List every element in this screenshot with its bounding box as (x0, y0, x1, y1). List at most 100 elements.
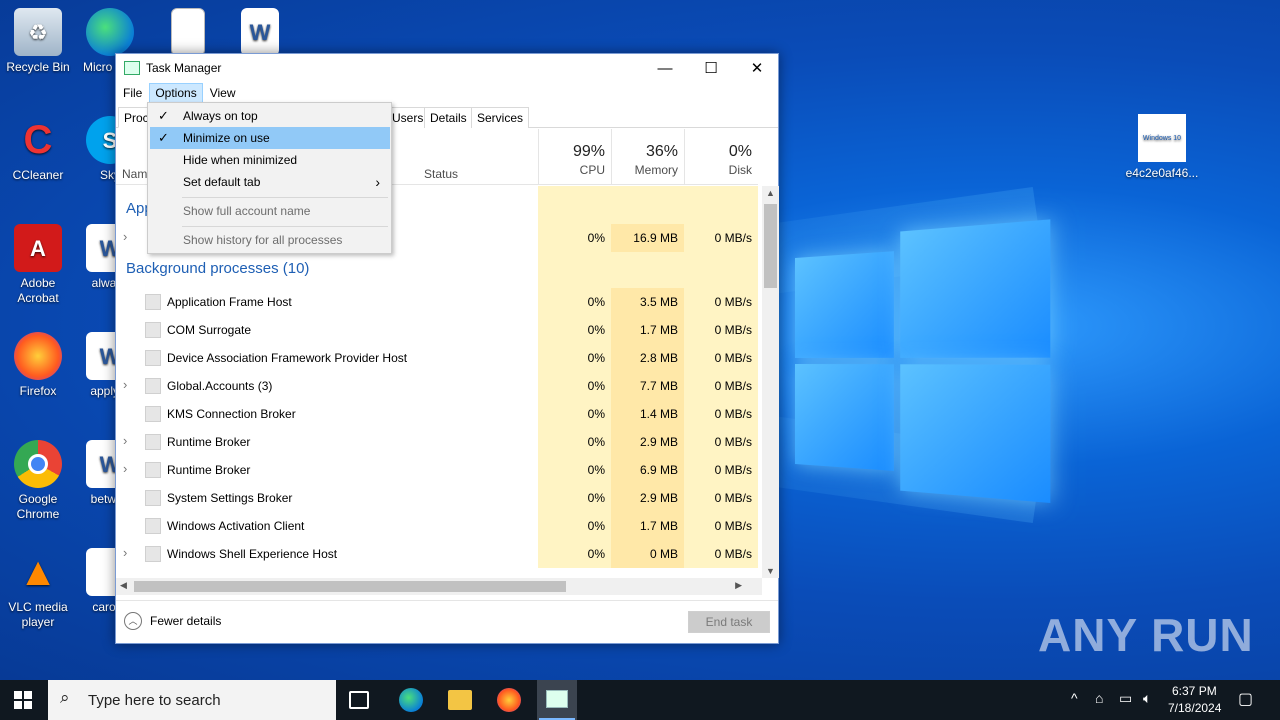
scroll-left-icon[interactable]: ◀ (120, 580, 127, 591)
desktop-icon-vlc[interactable]: ▲ VLC media player (0, 548, 76, 630)
image-file-icon (171, 8, 205, 56)
menu-options[interactable]: Options (149, 83, 203, 103)
column-memory[interactable]: 36% Memory (611, 129, 684, 185)
vertical-scrollbar[interactable]: ▲ ▼ (762, 186, 779, 578)
scroll-down-icon[interactable]: ▼ (766, 566, 775, 576)
scroll-right-icon[interactable]: ▶ (735, 580, 742, 591)
show-hidden-icons-chevron-icon[interactable]: ^ (1071, 690, 1078, 706)
process-row[interactable]: › Global.Accounts (3) 0% 7.7 MB 0 MB/s (116, 372, 758, 400)
menu-item-always-on-top[interactable]: ✓ Always on top (150, 105, 390, 127)
desktop-icon-ccleaner[interactable]: C CCleaner (0, 116, 76, 183)
horizontal-scrollbar[interactable]: ◀ ▶ (116, 578, 762, 595)
process-cpu: 0% (538, 512, 611, 540)
process-memory: 2.9 MB (611, 428, 684, 456)
desktop-icon-google-chrome[interactable]: Google Chrome (0, 440, 76, 522)
menu-item-minimize-on-use[interactable]: ✓ Minimize on use (150, 127, 390, 149)
expand-chevron-icon[interactable]: › (123, 545, 127, 560)
column-name[interactable]: Nam (122, 167, 147, 181)
desktop-icon-adobe-acrobat[interactable]: A Adobe Acrobat (0, 224, 76, 306)
process-disk: 0 MB/s (684, 316, 758, 344)
checkmark-icon: ✓ (158, 130, 169, 145)
image-thumbnail-icon: Windows 10 (1138, 114, 1186, 162)
menu-view[interactable]: View (205, 84, 241, 102)
cpu-label: CPU (579, 163, 605, 177)
process-row[interactable]: Device Association Framework Provider Ho… (116, 344, 758, 372)
menu-item-show-history: Show history for all processes (183, 233, 343, 247)
windows-logo-wallpaper (795, 219, 1051, 503)
expand-chevron-icon[interactable]: › (123, 433, 127, 448)
search-placeholder: Type here to search (88, 692, 221, 709)
task-view-icon[interactable] (349, 691, 369, 709)
process-row[interactable]: Windows Activation Client 0% 1.7 MB 0 MB/s (116, 512, 758, 540)
memory-label: Memory (634, 163, 678, 177)
chevron-up-icon[interactable]: ︿ (124, 612, 142, 630)
notifications-icon[interactable]: ▢ (1238, 689, 1253, 709)
end-task-button[interactable]: End task (688, 611, 770, 633)
start-button[interactable] (14, 691, 32, 709)
taskbar-search-box[interactable]: ⌕ Type here to search (48, 680, 336, 720)
edge-taskbar-icon[interactable] (399, 688, 423, 712)
monitor-icon[interactable]: ▭ (1119, 690, 1132, 707)
expand-chevron-icon[interactable]: › (123, 229, 127, 244)
process-row[interactable]: › Runtime Broker 0% 6.9 MB 0 MB/s (116, 456, 758, 484)
menu-item-hide-when-minimized[interactable]: Hide when minimized (150, 149, 390, 171)
fewer-details-link[interactable]: Fewer details (150, 614, 221, 628)
process-row[interactable]: › Runtime Broker 0% 2.9 MB 0 MB/s (116, 428, 758, 456)
network-status-icon[interactable]: ⌂ (1095, 690, 1103, 706)
maximize-button[interactable]: ☐ (688, 54, 734, 82)
process-icon (145, 378, 161, 394)
volume-icon[interactable]: 🔈︎ (1143, 690, 1151, 707)
menu-bar: File Options View (116, 82, 778, 104)
process-row[interactable]: Application Frame Host 0% 3.5 MB 0 MB/s (116, 288, 758, 316)
title-bar[interactable]: Task Manager — ☐ ✕ (116, 54, 778, 82)
process-row[interactable]: › Windows Shell Experience Host 0% 0 MB 0 MB… (116, 540, 758, 568)
process-name: Windows Activation Client (167, 519, 305, 533)
process-cpu: 0% (538, 484, 611, 512)
tab-services[interactable]: Services (471, 107, 530, 128)
column-status[interactable]: Status (424, 167, 458, 181)
close-button[interactable]: ✕ (734, 54, 780, 82)
task-manager-icon (124, 61, 140, 75)
process-cpu: 0% (538, 540, 611, 568)
windows-start-icon (14, 691, 32, 709)
process-row[interactable]: System Settings Broker 0% 2.9 MB 0 MB/s (116, 484, 758, 512)
process-row[interactable]: COM Surrogate 0% 1.7 MB 0 MB/s (116, 316, 758, 344)
clock-date[interactable]: 7/18/2024 (1168, 701, 1221, 715)
firefox-taskbar-icon[interactable] (497, 688, 521, 712)
expand-chevron-icon[interactable]: › (123, 377, 127, 392)
memory-total: 36% (645, 143, 678, 160)
app-memory: 16.9 MB (611, 224, 684, 252)
process-cpu: 0% (538, 428, 611, 456)
options-dropdown-menu: ✓ Always on top ✓ Minimize on use Hide w… (147, 102, 392, 254)
scroll-up-icon[interactable]: ▲ (766, 188, 775, 198)
menu-item-set-default-tab[interactable]: Set default tab › (150, 171, 390, 193)
submenu-arrow-icon: › (375, 174, 380, 190)
process-row[interactable]: KMS Connection Broker 0% 1.4 MB 0 MB/s (116, 400, 758, 428)
desktop-icon-e4c2e0af46[interactable]: Windows 10 e4c2e0af46... (1124, 114, 1200, 181)
file-explorer-icon[interactable] (448, 690, 472, 710)
anyrun-watermark: ANY RUN (1038, 609, 1254, 661)
horizontal-scroll-thumb[interactable] (134, 581, 566, 592)
task-manager-taskbar-button[interactable] (537, 680, 577, 720)
menu-file[interactable]: File (118, 84, 147, 102)
desktop-icon-recycle-bin[interactable]: ♻ Recycle Bin (0, 8, 76, 75)
clock-time[interactable]: 6:37 PM (1172, 684, 1217, 698)
process-name: Runtime Broker (167, 463, 251, 477)
vertical-scroll-thumb[interactable] (764, 204, 777, 288)
process-name: Runtime Broker (167, 435, 251, 449)
app-disk: 0 MB/s (684, 224, 758, 252)
process-disk: 0 MB/s (684, 540, 758, 568)
process-memory: 6.9 MB (611, 456, 684, 484)
tab-users[interactable]: Users (386, 107, 430, 128)
disk-total: 0% (728, 143, 752, 160)
column-disk[interactable]: 0% Disk (684, 129, 758, 185)
process-memory: 2.8 MB (611, 344, 684, 372)
app-cpu: 0% (538, 224, 611, 252)
tab-details[interactable]: Details (424, 107, 473, 128)
process-cpu: 0% (538, 372, 611, 400)
expand-chevron-icon[interactable]: › (123, 461, 127, 476)
minimize-button[interactable]: — (642, 54, 688, 82)
process-disk: 0 MB/s (684, 456, 758, 484)
column-cpu[interactable]: 99% CPU (538, 129, 611, 185)
desktop-icon-firefox[interactable]: Firefox (0, 332, 76, 399)
